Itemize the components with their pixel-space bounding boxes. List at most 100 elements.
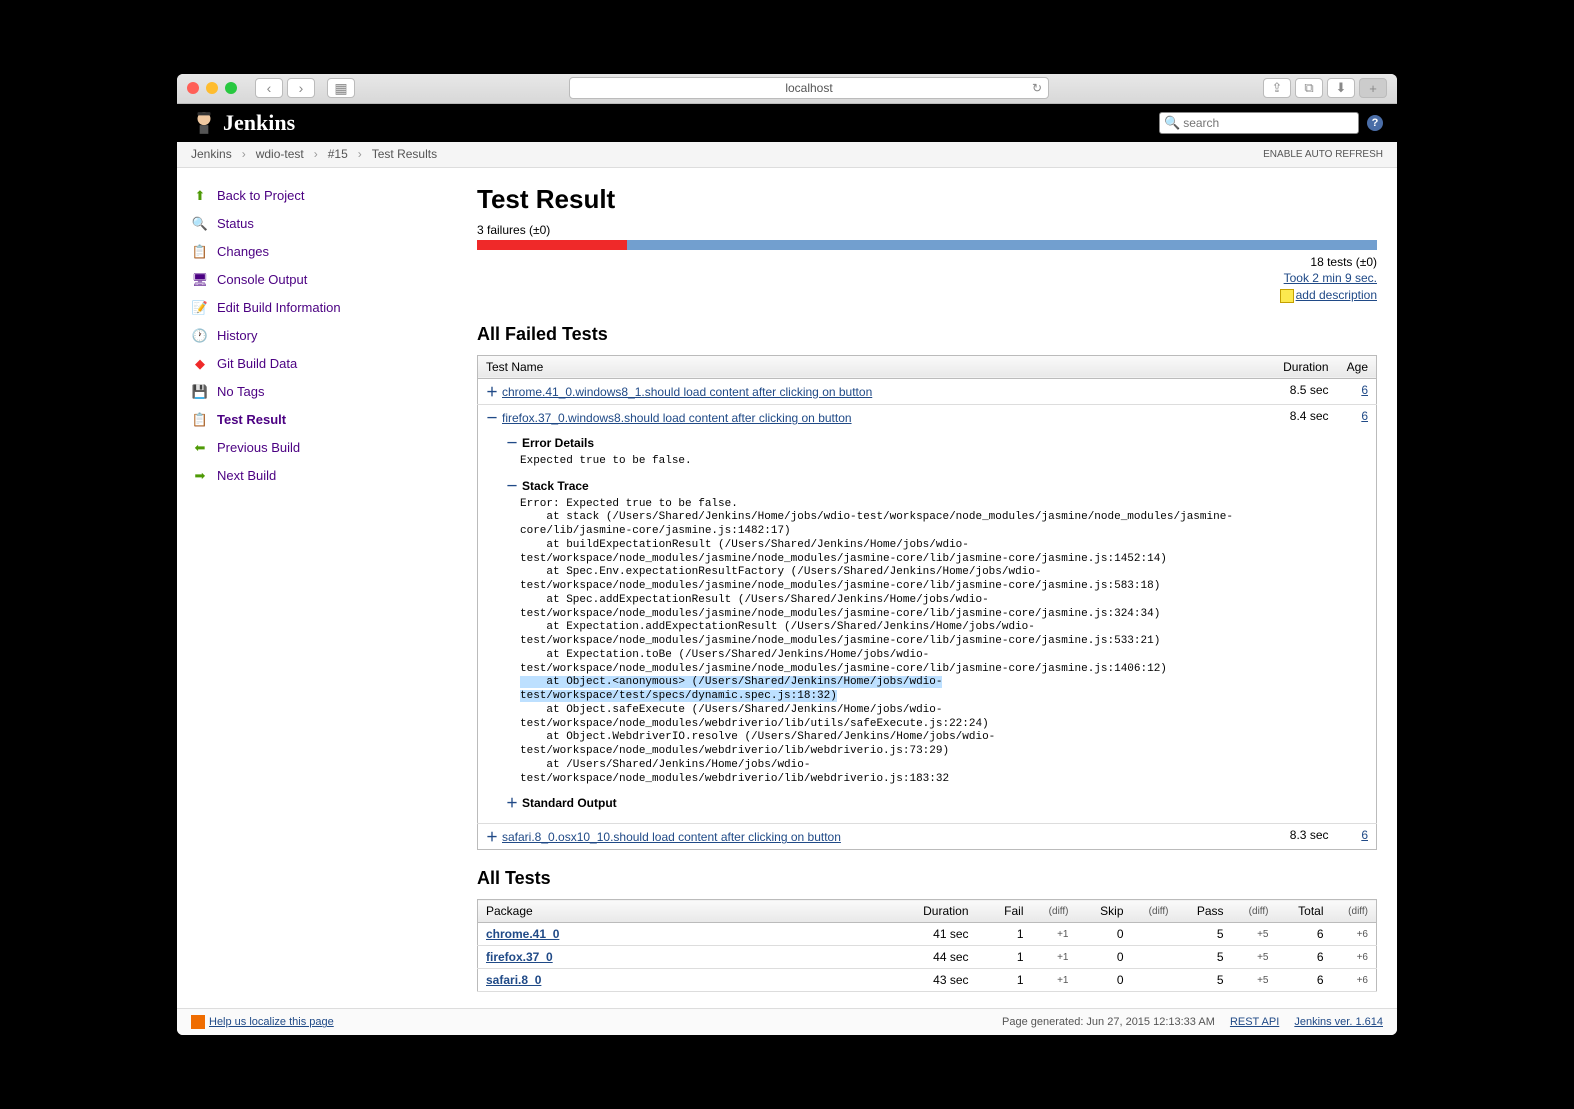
expand-icon[interactable]: ＋ bbox=[506, 794, 518, 811]
col-duration: Duration bbox=[915, 900, 976, 923]
search-icon: 🔍 bbox=[1164, 115, 1180, 131]
table-row: ＋ safari.8_0.osx10_10.should load content… bbox=[478, 824, 1377, 850]
package-link[interactable]: chrome.41_0 bbox=[486, 927, 559, 941]
enable-auto-refresh-link[interactable]: ENABLE AUTO REFRESH bbox=[1263, 149, 1383, 160]
test-link[interactable]: safari.8_0.osx10_10.should load content … bbox=[502, 830, 841, 844]
history-icon: 🕐 bbox=[191, 327, 209, 345]
sidebar-no-tags[interactable]: 💾No Tags bbox=[191, 378, 467, 406]
sidebar-test-result[interactable]: 📋Test Result bbox=[191, 406, 467, 434]
package-link[interactable]: firefox.37_0 bbox=[486, 950, 553, 964]
forward-button[interactable]: › bbox=[287, 78, 315, 98]
sidebar-status[interactable]: 🔍Status bbox=[191, 210, 467, 238]
search-box[interactable]: 🔍 bbox=[1159, 112, 1359, 134]
jenkins-version-link[interactable]: Jenkins ver. 1.614 bbox=[1294, 1016, 1383, 1028]
collapse-icon[interactable]: － bbox=[506, 477, 518, 494]
edit-icon: 📝 bbox=[191, 299, 209, 317]
chevron-right-icon: › bbox=[242, 147, 246, 161]
col-fail: Fail bbox=[977, 900, 1032, 923]
sidebar-previous-build[interactable]: ⬅Previous Build bbox=[191, 434, 467, 462]
breadcrumb-job[interactable]: wdio-test bbox=[256, 147, 304, 161]
search-input[interactable] bbox=[1183, 116, 1354, 130]
collapse-icon[interactable]: － bbox=[486, 409, 498, 426]
breadcrumb-bar: Jenkins › wdio-test › #15 › Test Results… bbox=[177, 142, 1397, 168]
share-button[interactable]: ⇪ bbox=[1263, 78, 1291, 98]
magnifier-icon: 🔍 bbox=[191, 215, 209, 233]
jenkins-header: Jenkins 🔍 ? bbox=[177, 104, 1397, 142]
reload-icon[interactable]: ↻ bbox=[1032, 81, 1042, 95]
breadcrumb-results[interactable]: Test Results bbox=[372, 147, 437, 161]
col-total: Total bbox=[1277, 900, 1332, 923]
page-title: Test Result bbox=[477, 184, 1377, 215]
col-age: Age bbox=[1337, 355, 1377, 378]
help-icon[interactable]: ? bbox=[1367, 115, 1383, 131]
zoom-window-button[interactable] bbox=[225, 82, 237, 94]
rest-api-link[interactable]: REST API bbox=[1230, 1016, 1279, 1028]
duration-cell: 8.5 sec bbox=[1267, 378, 1337, 404]
sidebar-history[interactable]: 🕐History bbox=[191, 322, 467, 350]
failed-tests-heading: All Failed Tests bbox=[477, 324, 1377, 345]
breadcrumb-build[interactable]: #15 bbox=[328, 147, 348, 161]
failures-summary: 3 failures (±0) bbox=[477, 223, 1377, 237]
sidebar-next-build[interactable]: ➡Next Build bbox=[191, 462, 467, 490]
sidebar-edit-build[interactable]: 📝Edit Build Information bbox=[191, 294, 467, 322]
minimize-window-button[interactable] bbox=[206, 82, 218, 94]
col-diff: (diff) bbox=[1232, 900, 1277, 923]
age-link[interactable]: 6 bbox=[1361, 383, 1368, 397]
tabs-button[interactable]: ⧉ bbox=[1295, 78, 1323, 98]
sidebar-back-to-project[interactable]: ⬆Back to Project bbox=[191, 182, 467, 210]
localize-icon bbox=[191, 1015, 205, 1029]
stack-trace-heading: Stack Trace bbox=[522, 479, 589, 493]
test-link[interactable]: chrome.41_0.windows8_1.should load conte… bbox=[502, 385, 872, 399]
table-row-expanded: － firefox.37_0.windows8.should load conte… bbox=[478, 404, 1377, 824]
tests-count: 18 tests (±0) bbox=[477, 254, 1377, 271]
all-tests-table: Package Duration Fail (diff) Skip (diff)… bbox=[477, 899, 1377, 992]
table-row: safari.8_0 43 sec 1+1 0 5+5 6+6 bbox=[478, 969, 1377, 992]
col-test-name: Test Name bbox=[478, 355, 1267, 378]
progress-pass-segment bbox=[627, 240, 1377, 250]
sidebar-console[interactable]: 🖥Console Output bbox=[191, 266, 467, 294]
back-button[interactable]: ‹ bbox=[255, 78, 283, 98]
collapse-icon[interactable]: － bbox=[506, 434, 518, 451]
expand-icon[interactable]: ＋ bbox=[486, 828, 498, 845]
expand-icon[interactable]: ＋ bbox=[486, 383, 498, 400]
all-tests-heading: All Tests bbox=[477, 868, 1377, 889]
note-icon bbox=[1280, 289, 1294, 303]
arrow-left-icon: ⬅ bbox=[191, 439, 209, 457]
duration-cell: 8.4 sec bbox=[1267, 404, 1337, 824]
test-link[interactable]: firefox.37_0.windows8.should load conten… bbox=[502, 411, 852, 425]
save-icon: 💾 bbox=[191, 383, 209, 401]
duration-link[interactable]: Took 2 min 9 sec. bbox=[1284, 271, 1377, 285]
col-diff: (diff) bbox=[1032, 900, 1077, 923]
col-skip: Skip bbox=[1077, 900, 1132, 923]
url-bar[interactable]: localhost ↻ bbox=[569, 77, 1049, 99]
sidebar: ⬆Back to Project 🔍Status 📋Changes 🖥Conso… bbox=[177, 168, 467, 1009]
age-link[interactable]: 6 bbox=[1361, 409, 1368, 423]
table-row: firefox.37_0 44 sec 1+1 0 5+5 6+6 bbox=[478, 946, 1377, 969]
localize-link[interactable]: Help us localize this page bbox=[209, 1016, 334, 1028]
sidebar-button[interactable]: ▦ bbox=[327, 78, 355, 98]
new-tab-button[interactable]: + bbox=[1359, 78, 1387, 98]
sidebar-changes[interactable]: 📋Changes bbox=[191, 238, 467, 266]
package-link[interactable]: safari.8_0 bbox=[486, 973, 541, 987]
col-duration: Duration bbox=[1267, 355, 1337, 378]
add-description-link[interactable]: add description bbox=[1296, 288, 1377, 302]
clipboard-icon: 📋 bbox=[191, 411, 209, 429]
failed-tests-table: Test Name Duration Age ＋ chrome.41_0.wind… bbox=[477, 355, 1377, 851]
jenkins-icon bbox=[191, 110, 217, 136]
table-row: ＋ chrome.41_0.windows8_1.should load cont… bbox=[478, 378, 1377, 404]
url-text: localhost bbox=[785, 81, 832, 95]
stack-trace: Error: Expected true to be false. at sta… bbox=[520, 498, 1239, 787]
arrow-right-icon: ➡ bbox=[191, 467, 209, 485]
col-diff: (diff) bbox=[1332, 900, 1377, 923]
col-diff: (diff) bbox=[1132, 900, 1177, 923]
browser-toolbar: ‹ › ▦ localhost ↻ ⇪ ⧉ ⬇ + bbox=[177, 74, 1397, 104]
jenkins-logo[interactable]: Jenkins bbox=[191, 110, 295, 136]
close-window-button[interactable] bbox=[187, 82, 199, 94]
page-generated: Page generated: Jun 27, 2015 12:13:33 AM bbox=[1002, 1016, 1215, 1028]
downloads-button[interactable]: ⬇ bbox=[1327, 78, 1355, 98]
main-panel: Test Result 3 failures (±0) 18 tests (±0… bbox=[467, 168, 1397, 1009]
highlighted-stack-line: at Object.<anonymous> (/Users/Shared/Jen… bbox=[520, 676, 942, 702]
breadcrumb-jenkins[interactable]: Jenkins bbox=[191, 147, 232, 161]
age-link[interactable]: 6 bbox=[1361, 828, 1368, 842]
sidebar-git-data[interactable]: ◆Git Build Data bbox=[191, 350, 467, 378]
